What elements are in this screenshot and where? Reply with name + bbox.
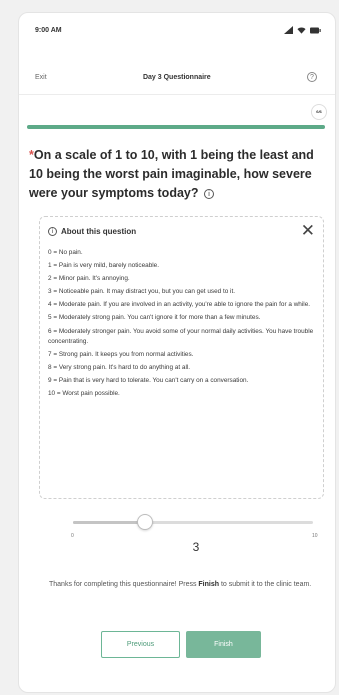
status-bar: 9:00 AM bbox=[35, 23, 321, 37]
pain-scale-item: 8 = Very strong pain. It's hard to do an… bbox=[48, 364, 191, 372]
about-panel-header: i About this question ✕ bbox=[48, 222, 315, 239]
slider-max-label: 10 bbox=[312, 533, 318, 539]
pain-scale-item: 7 = Strong pain. It keeps you from norma… bbox=[48, 351, 194, 359]
completion-message-bold: Finish bbox=[198, 581, 220, 588]
pain-scale-item: 6 = Moderately stronger pain. You avoid … bbox=[48, 327, 314, 346]
pain-scale-item: 5 = Moderately strong pain. You can't ig… bbox=[48, 314, 261, 322]
progress-bar-fill bbox=[27, 125, 325, 129]
pain-scale-item: 1 = Pain is very mild, barely noticeable… bbox=[48, 262, 160, 270]
help-circle-icon[interactable]: ? bbox=[307, 72, 317, 82]
about-panel-title: i About this question bbox=[48, 226, 137, 236]
completion-message: Thanks for completing this questionnaire… bbox=[49, 575, 317, 595]
about-question-panel: i About this question ✕ 0 = No pain. 1 = … bbox=[39, 216, 324, 499]
navigation-buttons: Previous Finish bbox=[101, 631, 261, 658]
info-icon[interactable]: i bbox=[203, 188, 214, 199]
page-title: Day 3 Questionnaire bbox=[142, 73, 211, 81]
phone-screen: 9:00 AM Exit Day 3 Questionnaire ? 6/6 *… bbox=[18, 12, 336, 693]
pain-scale-item: 0 = No pain. bbox=[48, 249, 83, 256]
question-text-block: *On a scale of 1 to 10, with 1 being the… bbox=[29, 146, 327, 203]
slider-fill bbox=[73, 521, 145, 524]
question-text: On a scale of 1 to 10, with 1 being the … bbox=[29, 148, 314, 200]
completion-message-prefix: Thanks for completing this questionnaire… bbox=[49, 581, 199, 588]
pain-scale-list: 0 = No pain. 1 = Pain is very mild, barel… bbox=[48, 248, 315, 400]
pain-scale-item: 10 = Worst pain possible. bbox=[48, 390, 120, 398]
about-title-text: About this question bbox=[61, 226, 137, 236]
pain-scale-item: 9 = Pain that is very hard to tolerate. … bbox=[48, 377, 249, 385]
battery-icon bbox=[310, 27, 321, 33]
progress-counter: 6/6 bbox=[311, 104, 327, 120]
finish-button[interactable]: Finish bbox=[186, 631, 261, 658]
info-icon: i bbox=[48, 226, 57, 236]
pain-slider[interactable] bbox=[73, 513, 313, 533]
pain-scale-item: 3 = Noticeable pain. It may distract you… bbox=[48, 288, 236, 296]
pain-scale-item: 4 = Moderate pain. If you are involved i… bbox=[48, 301, 311, 309]
slider-thumb[interactable] bbox=[137, 514, 153, 530]
status-time: 9:00 AM bbox=[35, 26, 62, 34]
previous-button[interactable]: Previous bbox=[101, 631, 180, 658]
status-icons bbox=[284, 26, 321, 34]
questionnaire-header: Exit Day 3 Questionnaire ? bbox=[35, 67, 317, 87]
exit-button[interactable]: Exit bbox=[35, 74, 47, 81]
pain-scale-item: 2 = Minor pain. It's annoying. bbox=[48, 275, 130, 283]
slider-value: 3 bbox=[192, 540, 200, 554]
wifi-icon bbox=[297, 27, 306, 34]
progress-bar bbox=[27, 125, 325, 129]
completion-message-suffix: to submit it to the clinic team. bbox=[219, 581, 312, 588]
slider-min-label: 0 bbox=[71, 533, 74, 539]
signal-icon bbox=[284, 26, 293, 34]
close-icon[interactable]: ✕ bbox=[301, 222, 315, 239]
header-divider bbox=[19, 94, 335, 95]
